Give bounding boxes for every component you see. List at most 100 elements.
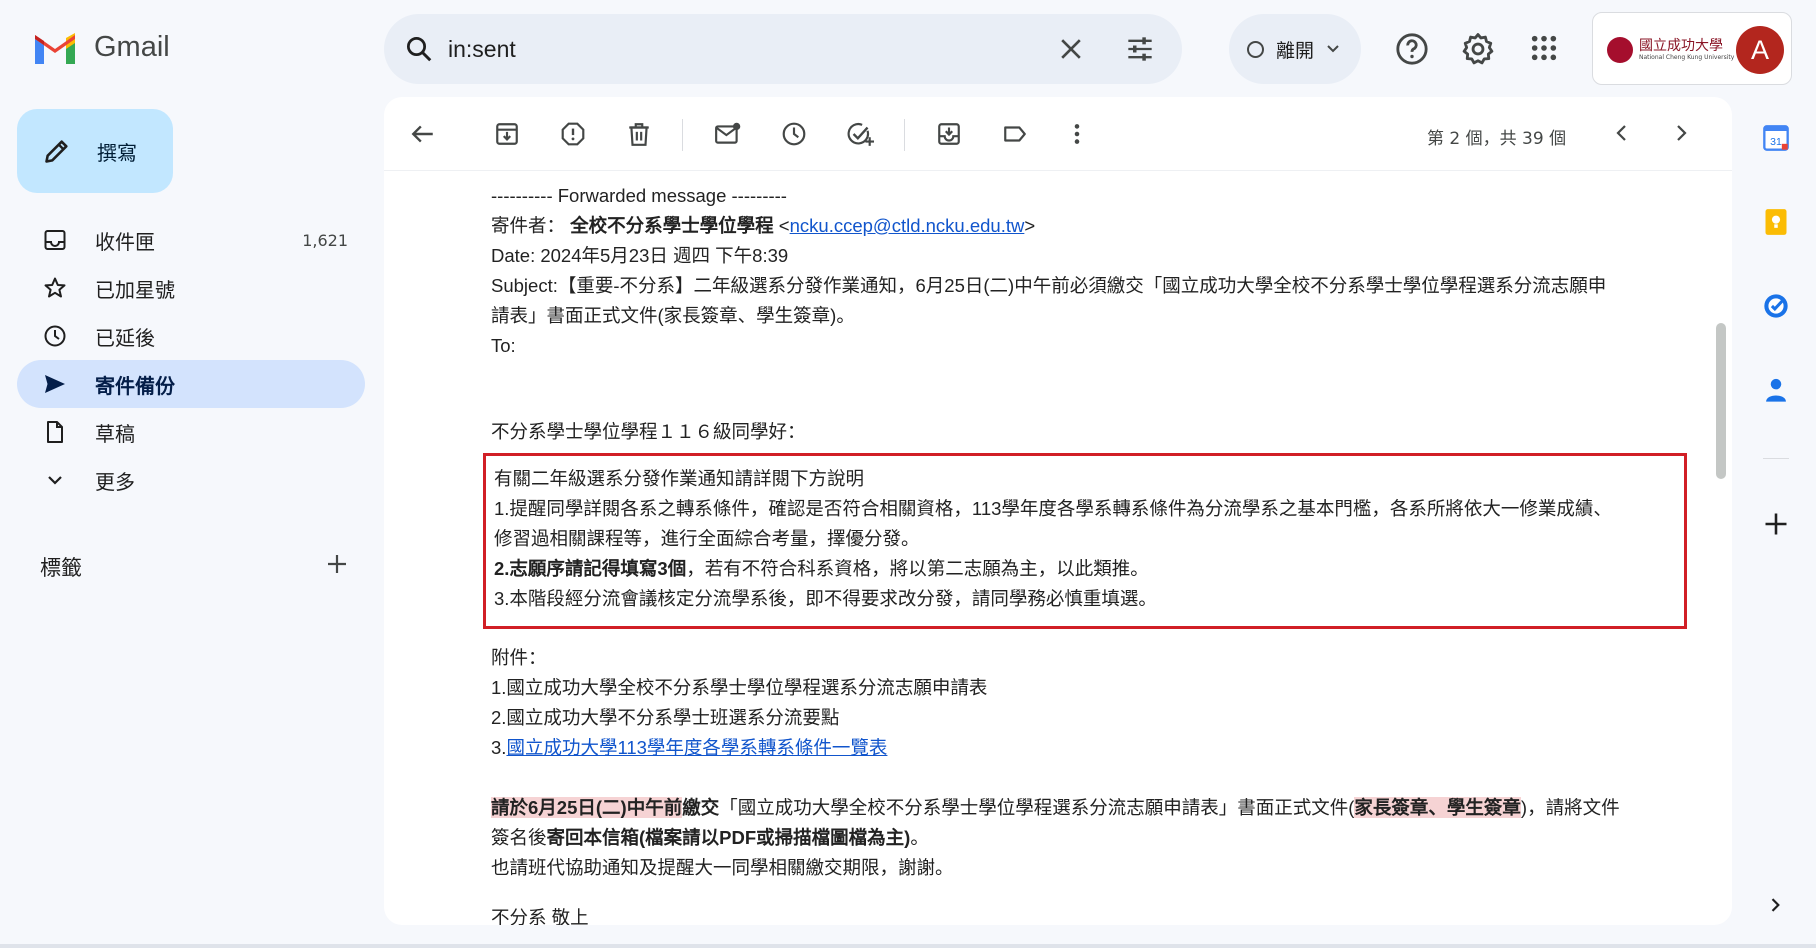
box-item-1b: 修習過相關課程等，進行全面綜合考量，擇優分發。 [494, 528, 920, 549]
star-icon [44, 277, 66, 298]
inbox-icon [44, 230, 66, 250]
gmail-wordmark: Gmail [94, 30, 170, 63]
deadline-signature-highlight: 家長簽章、學生簽章 [1354, 797, 1521, 818]
chevron-right-icon[interactable] [1669, 121, 1693, 145]
deadline-highlight: 請於6月25日(二)中午前 [491, 797, 683, 818]
from-name: 全校不分系學士學位學程 [570, 215, 774, 236]
label-icon[interactable] [1002, 121, 1028, 147]
account-switcher[interactable]: 國立成功大學 National Cheng Kung University A [1592, 12, 1792, 85]
attachment-3: 3.國立成功大學113學年度各學系轉系條件一覽表 [491, 733, 1701, 763]
search-options-icon[interactable] [1126, 35, 1154, 63]
sidebar-item-more[interactable]: 更多 [17, 456, 365, 504]
box-item-2: 2.志願序請記得填寫3個，若有不符合科系資格，將以第二志願為主，以此類推。 [494, 554, 1676, 584]
deadline-submit: 繳交 [682, 797, 720, 818]
sidebar-item-starred[interactable]: 已加星號 [17, 264, 365, 312]
clock-icon [44, 325, 66, 347]
chevron-down-icon [48, 476, 62, 485]
sidebar-item-label: 更多 [95, 469, 135, 494]
box-item-2-rest: ，若有不符合科系資格，將以第二志願為主，以此類推。 [686, 558, 1149, 579]
chevron-left-icon[interactable] [1610, 121, 1634, 145]
avatar[interactable]: A [1736, 26, 1784, 74]
inbox-count: 1,621 [302, 230, 348, 250]
archive-icon[interactable] [494, 121, 520, 147]
tasks-icon[interactable] [1762, 292, 1790, 320]
message-panel: 第 2 個，共 39 個 ---------- Forwarded messag… [384, 97, 1732, 925]
add-task-icon[interactable] [846, 121, 874, 147]
clear-search-icon[interactable] [1060, 38, 1082, 60]
forwarded-header: ---------- Forwarded message --------- [491, 185, 787, 206]
back-arrow-icon[interactable] [410, 121, 436, 147]
contacts-icon[interactable] [1762, 376, 1790, 404]
sign-pre: 簽名後 [491, 827, 547, 848]
snooze-clock-icon[interactable] [781, 121, 807, 147]
subject-line-1: Subject:【重要-不分系】二年級選系分發作業通知，6月25日(二)中午前必… [491, 275, 1607, 296]
signature-line: 不分系 敬上 [491, 907, 589, 925]
university-logo: 國立成功大學 National Cheng Kung University [1607, 37, 1734, 63]
deadline-line: 請於6月25日(二)中午前繳交「國立成功大學全校不分系學士學位學程選系分流志願申… [491, 793, 1701, 823]
status-ring-icon [1247, 40, 1264, 58]
add-label-icon[interactable] [325, 552, 349, 576]
compose-button[interactable]: 撰寫 [17, 109, 173, 193]
expand-side-panel-icon[interactable] [1765, 895, 1785, 915]
sidebar-item-inbox[interactable]: 收件匣 1,621 [17, 216, 365, 264]
gmail-m-icon [35, 33, 75, 64]
help-icon[interactable] [1395, 32, 1429, 66]
university-name-en: National Cheng Kung University [1639, 53, 1735, 61]
attachment-1: 1.國立成功大學全校不分系學士學位學程選系分流志願申請表 [491, 677, 988, 698]
calendar-icon[interactable]: 31 [1762, 124, 1790, 152]
deadline-middle: 「國立成功大學全校不分系學士學位學程選系分流志願申請表」書面正式文件( [719, 797, 1355, 818]
from-email-link[interactable]: ncku.ccep@ctld.ncku.edu.tw [790, 215, 1025, 236]
highlight-box: 有關二年級選系分發作業通知請詳閱下方說明 1.提醒同學詳閱各系之轉系條件，確認是… [483, 453, 1687, 629]
calendar-day-label: 31 [1770, 136, 1782, 148]
sign-bold: 寄回本信箱(檔案請以PDF或掃描檔圖檔為主) [546, 827, 911, 848]
pencil-icon [45, 140, 68, 163]
message-toolbar: 第 2 個，共 39 個 [384, 97, 1732, 171]
sidebar-item-drafts[interactable]: 草稿 [17, 408, 365, 456]
message-body: ---------- Forwarded message --------- 寄… [483, 181, 1701, 925]
attachment-3-num: 3. [491, 737, 507, 758]
box-item-3: 3.本階段經分流會議核定分流學系後，即不得要求改分發，請同學務必慎重填選。 [494, 588, 1157, 609]
box-intro: 有關二年級選系分發作業通知請詳閱下方說明 [494, 468, 865, 489]
pagination-text: 第 2 個，共 39 個 [1427, 129, 1567, 149]
date-line: Date: 2024年5月23日 週四 下午8:39 [491, 245, 789, 266]
report-spam-icon[interactable] [560, 121, 586, 147]
trash-icon[interactable] [626, 121, 652, 147]
gmail-logo[interactable]: Gmail [32, 30, 170, 64]
move-to-icon[interactable] [936, 121, 962, 147]
sidebar-item-label: 已加星號 [95, 277, 175, 302]
sidebar-item-label: 草稿 [95, 421, 135, 446]
mark-unread-icon[interactable] [714, 121, 742, 147]
compose-label: 撰寫 [97, 140, 137, 165]
sidebar-item-label: 已延後 [95, 325, 155, 350]
apps-grid-icon[interactable] [1530, 34, 1558, 62]
reminder-line: 也請班代協助通知及提醒大一同學相關繳交期限，謝謝。 [491, 857, 954, 878]
greeting: 不分系學士學位學程１１６級同學好： [491, 421, 806, 442]
attachments-heading: 附件： [491, 647, 547, 668]
to-line: To: [491, 335, 516, 356]
from-label: 寄件者： [491, 215, 566, 236]
from-line: 寄件者： 全校不分系學士學位學程 <ncku.ccep@ctld.ncku.ed… [491, 215, 1036, 236]
sidebar-item-snoozed[interactable]: 已延後 [17, 312, 365, 360]
search-input[interactable] [448, 32, 1008, 66]
sign-end: 。 [910, 827, 929, 848]
sidebar-item-sent[interactable]: 寄件備份 [17, 360, 365, 408]
more-vert-icon[interactable] [1064, 121, 1090, 147]
keep-icon[interactable] [1762, 208, 1790, 236]
scrollbar-thumb[interactable] [1716, 323, 1726, 479]
send-icon [45, 375, 65, 393]
university-name-zh: 國立成功大學 [1639, 37, 1723, 54]
status-chip[interactable]: 離開 [1229, 14, 1361, 84]
subject-line-2: 請表」書面正式文件(家長簽章、學生簽章)。 [491, 305, 855, 326]
search-bar[interactable] [384, 14, 1182, 84]
labels-heading: 標籤 [40, 556, 82, 580]
attachment-3-link[interactable]: 國立成功大學113學年度各學系轉系條件一覽表 [506, 737, 887, 758]
deadline-end: )，請將文件 [1520, 797, 1620, 818]
search-icon[interactable] [404, 34, 434, 64]
draft-file-icon [47, 421, 63, 443]
settings-gear-icon[interactable] [1461, 32, 1495, 66]
add-addon-plus-icon[interactable] [1762, 510, 1790, 538]
sidebar-item-label: 收件匣 [95, 229, 155, 254]
chevron-down-icon [1327, 45, 1339, 53]
box-item-1a: 1.提醒同學詳閱各系之轉系條件，確認是否符合相關資格，113學年度各學系轉系條件… [494, 498, 1612, 519]
attachment-2: 2.國立成功大學不分系學士班選系分流要點 [491, 707, 840, 728]
